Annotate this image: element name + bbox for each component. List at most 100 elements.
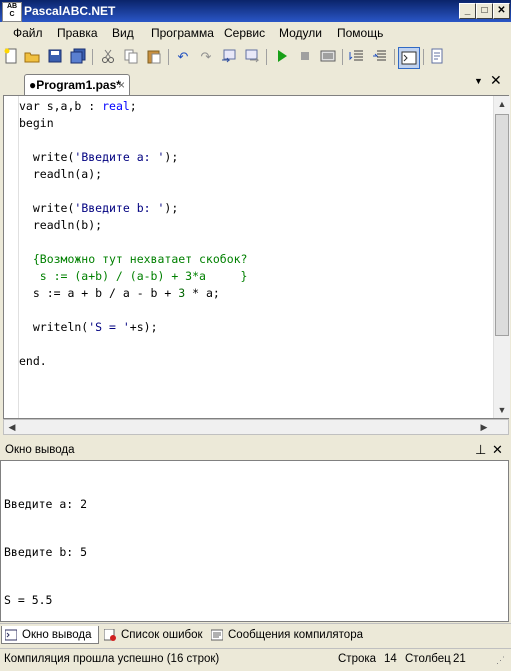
tab-label: ●Program1.pas*	[29, 78, 121, 92]
window-title: PascalABC.NET	[24, 4, 116, 18]
code-line: writeln('S = '+s);	[19, 319, 247, 336]
scroll-up-arrow-icon[interactable]: ▲	[494, 96, 510, 112]
toolbar-separator	[266, 49, 267, 65]
output-text: Введите a: 2 Введите b: 5 S = 5.5	[4, 464, 87, 640]
tab-program1[interactable]: ●Program1.pas* ×	[24, 74, 130, 95]
code-editor[interactable]: var s,a,b : real; begin write('Введите a:…	[3, 95, 510, 419]
output-window-icon[interactable]	[398, 47, 420, 69]
toolbar-separator	[92, 49, 93, 65]
toolbar-separator	[394, 49, 395, 65]
tab-label: Список ошибок	[121, 629, 203, 641]
close-button[interactable]: ✕	[493, 3, 510, 19]
tab-list-dropdown-icon[interactable]: ▼	[474, 76, 483, 86]
compile-icon[interactable]	[319, 48, 337, 66]
code-line: readln(a);	[19, 166, 247, 183]
cut-icon[interactable]	[99, 48, 117, 66]
title-bar: AB C PascalABC.NET _ □ ✕	[0, 0, 511, 22]
maximize-button[interactable]: □	[476, 3, 493, 19]
error-list-icon	[104, 629, 116, 641]
vertical-scrollbar[interactable]: ▲ ▼	[493, 96, 510, 418]
code-token: writeln(	[19, 320, 89, 334]
output-window-icon	[5, 629, 17, 641]
toolbar: ↶ ↷	[0, 43, 511, 72]
code-token: write(	[19, 201, 75, 215]
menu-bar: Файл Правка Вид Программа Сервис Модули …	[0, 22, 511, 42]
output-line: Введите b: 5	[4, 545, 88, 559]
tab-close-icon[interactable]: ×	[118, 75, 125, 95]
redo-icon[interactable]: ↷	[197, 48, 215, 66]
scroll-down-arrow-icon[interactable]: ▼	[494, 402, 510, 418]
code-line: s := (a+b) / (a-b) + 3*a }	[19, 268, 248, 285]
code-line: readln(b);	[19, 217, 247, 234]
save-icon[interactable]	[46, 48, 64, 66]
code-token: write(	[19, 150, 75, 164]
status-message: Компиляция прошла успешно (16 строк)	[4, 653, 220, 665]
compiler-messages-icon	[211, 629, 223, 641]
menu-file[interactable]: Файл	[13, 26, 43, 40]
output-panel-title: Окно вывода	[5, 444, 75, 456]
editor-gutter	[4, 96, 19, 418]
menu-program[interactable]: Программа	[151, 26, 214, 40]
code-token: readln(a);	[19, 167, 103, 181]
scroll-thumb[interactable]	[495, 114, 509, 336]
code-token: var s,a,b :	[19, 99, 103, 113]
close-document-icon[interactable]: ✕	[490, 72, 502, 89]
toolbar-separator	[342, 49, 343, 65]
stop-icon[interactable]	[296, 48, 314, 66]
new-file-icon[interactable]	[2, 48, 20, 66]
tab-compiler-messages[interactable]: Сообщения компилятора	[208, 626, 364, 644]
column-value: 21	[453, 653, 466, 665]
run-icon[interactable]	[273, 48, 291, 66]
column-label: Столбец	[405, 653, 451, 665]
copy-icon[interactable]	[122, 48, 140, 66]
code-line: end.	[19, 353, 247, 370]
pin-icon[interactable]: ⊥	[475, 442, 486, 458]
menu-view[interactable]: Вид	[112, 26, 134, 40]
code-line: write('Введите b: ');	[19, 200, 247, 217]
menu-modules[interactable]: Модули	[279, 26, 322, 40]
paste-icon[interactable]	[145, 48, 163, 66]
code-token: +s);	[129, 320, 158, 334]
output-window[interactable]: Введите a: 2 Введите b: 5 S = 5.5	[0, 460, 509, 622]
debug-step-over-icon[interactable]	[371, 48, 389, 66]
code-token: 'Введите b: '	[74, 201, 165, 215]
output-close-icon[interactable]: ✕	[492, 442, 503, 458]
tab-error-list[interactable]: Список ошибок	[101, 626, 205, 644]
format-icon[interactable]	[428, 48, 446, 66]
scroll-left-arrow-icon[interactable]: ◀	[4, 419, 20, 435]
menu-service[interactable]: Сервис	[224, 26, 265, 40]
resize-grip-icon[interactable]: ⋰	[496, 655, 505, 666]
code-token: begin	[19, 116, 54, 130]
code-token: * a;	[185, 286, 220, 300]
code-token: 'Введите a: '	[74, 150, 165, 164]
row-value: 14	[384, 653, 397, 665]
tab-label: Сообщения компилятора	[228, 629, 363, 641]
minimize-button[interactable]: _	[459, 3, 476, 19]
tab-label: Окно вывода	[22, 629, 92, 641]
app-icon[interactable]: AB C	[2, 2, 22, 22]
output-line: Введите a: 2	[4, 497, 88, 511]
code-token: real	[102, 99, 130, 113]
toolbar-separator	[423, 49, 424, 65]
tab-output-window[interactable]: Окно вывода	[1, 626, 99, 644]
menu-edit[interactable]: Правка	[57, 26, 98, 40]
code-token: );	[164, 150, 179, 164]
navigate-forward-icon[interactable]	[243, 48, 261, 66]
code-text[interactable]: var s,a,b : real; begin write('Введите a:…	[19, 98, 247, 370]
navigate-back-icon[interactable]	[220, 48, 238, 66]
bottom-panel-tabs: Окно вывода Список ошибок Сообщения комп…	[0, 623, 511, 646]
debug-step-icon[interactable]	[348, 48, 366, 66]
scroll-right-arrow-icon[interactable]: ▶	[476, 419, 492, 435]
output-panel-header: Окно вывода ⊥ ✕	[0, 440, 511, 460]
menu-help[interactable]: Помощь	[337, 26, 383, 40]
undo-icon[interactable]: ↶	[174, 48, 192, 66]
code-line: begin	[19, 115, 247, 132]
horizontal-scrollbar[interactable]: ◀ ▶	[3, 419, 509, 435]
save-all-icon[interactable]	[69, 48, 87, 66]
open-file-icon[interactable]	[23, 48, 41, 66]
code-line: var s,a,b : real;	[19, 98, 247, 115]
